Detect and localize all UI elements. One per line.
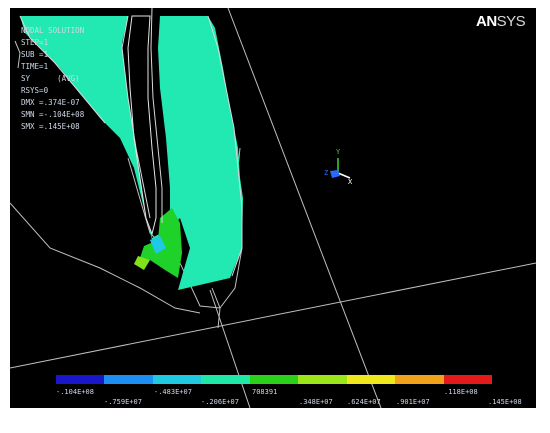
ansys-logo: ANSYS bbox=[476, 13, 526, 30]
info-line: DMX =.374E-07 bbox=[21, 98, 80, 107]
legend-label: 708391 bbox=[252, 388, 278, 396]
contour-legend bbox=[56, 375, 492, 387]
info-line: STEP=1 bbox=[21, 38, 49, 47]
legend-swatch bbox=[298, 375, 347, 384]
legend-label: .118E+08 bbox=[444, 388, 478, 396]
legend-label: -.206E+07 bbox=[201, 398, 239, 406]
graphics-viewport[interactable]: Y Z X NODAL SOLUTION STEP=1 SUB =1 TIME=… bbox=[10, 8, 536, 408]
coordinate-triad: Y Z X bbox=[324, 148, 353, 186]
legend-swatch bbox=[104, 375, 153, 384]
info-line: NODAL SOLUTION bbox=[21, 26, 85, 35]
info-line: SUB =1 bbox=[21, 50, 49, 59]
legend-label: -.759E+07 bbox=[104, 398, 142, 406]
info-line: RSYS=0 bbox=[21, 86, 49, 95]
legend-label: .145E+08 bbox=[488, 398, 522, 406]
legend-label: -.104E+08 bbox=[56, 388, 94, 396]
logo-text-bold: AN bbox=[476, 13, 497, 30]
legend-swatch bbox=[444, 375, 492, 384]
logo-text-rest: SYS bbox=[496, 13, 526, 30]
triad-y-label: Y bbox=[336, 148, 341, 156]
model-plot[interactable]: Y Z X bbox=[10, 8, 536, 408]
legend-label: .348E+07 bbox=[299, 398, 333, 406]
info-line: TIME=1 bbox=[21, 62, 49, 71]
legend-swatch bbox=[395, 375, 444, 384]
legend-swatch bbox=[56, 375, 105, 384]
solution-info-block: NODAL SOLUTION STEP=1 SUB =1 TIME=1 SY (… bbox=[21, 25, 84, 133]
legend-swatch bbox=[250, 375, 299, 384]
info-line: SY (AVG) bbox=[21, 74, 80, 83]
legend-swatch bbox=[153, 375, 202, 384]
legend-swatch bbox=[201, 375, 250, 384]
legend-label: -.483E+07 bbox=[154, 388, 192, 396]
legend-swatch bbox=[347, 375, 396, 384]
legend-label: .624E+07 bbox=[347, 398, 381, 406]
triad-z-label: Z bbox=[324, 169, 328, 177]
legend-label: .901E+07 bbox=[396, 398, 430, 406]
info-line: SMX =.145E+08 bbox=[21, 122, 80, 131]
info-line: SMN =-.104E+08 bbox=[21, 110, 85, 119]
triad-x-label: X bbox=[348, 178, 353, 186]
